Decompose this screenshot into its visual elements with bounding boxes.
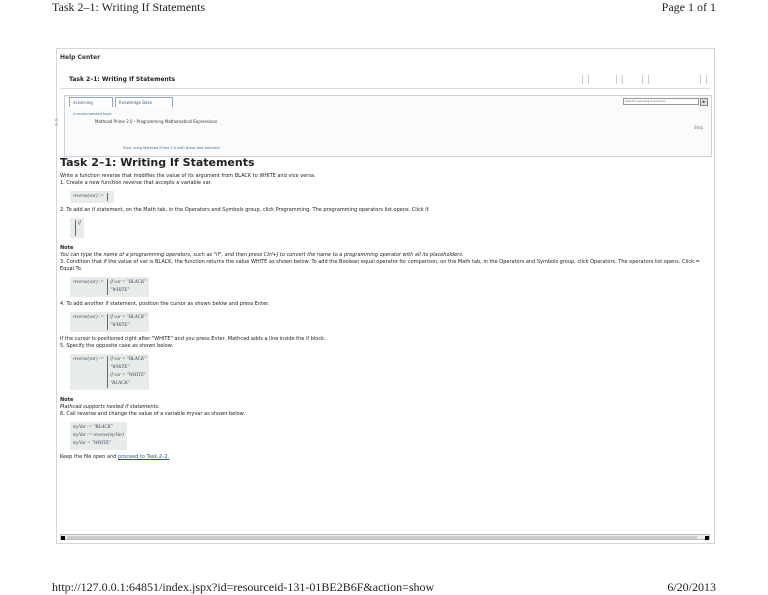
code-line: reverse(var) := bbox=[73, 194, 104, 199]
code-line: reverse(var) := bbox=[73, 315, 104, 320]
toolbar-button[interactable] bbox=[582, 75, 589, 84]
code-line: myVar := "BLACK" bbox=[73, 425, 114, 430]
code-block-2: if bbox=[70, 218, 84, 238]
toolbar-button[interactable] bbox=[700, 75, 707, 84]
step-6: 6. Call reverse and change the value of … bbox=[60, 411, 245, 417]
tab-knowledge-base[interactable]: Knowledge Base bbox=[115, 97, 173, 107]
code-line: myVar := reverse(myVar) bbox=[73, 433, 124, 438]
page-title: Task 2–1: Writing If Statements bbox=[60, 156, 255, 169]
note-heading: Note bbox=[60, 245, 74, 251]
code-line: if var = "BLACK" bbox=[110, 357, 147, 362]
search-input[interactable]: Search Learning Connector bbox=[623, 98, 699, 105]
tab-elearning[interactable]: eLearning bbox=[69, 97, 113, 107]
code-branch: if var = "BLACK" "WHITE" bbox=[107, 279, 146, 295]
side-arrow-icon[interactable]: ⇅ ⇅ bbox=[54, 118, 59, 126]
code-branch: if var = "BLACK" "WHITE" if var = "WHITE" "… bbox=[107, 356, 146, 388]
print-page-number: Page 1 of 1 bbox=[661, 0, 716, 14]
closing-text-prefix: Keep the file open and bbox=[60, 454, 119, 460]
code-line: "WHITE" bbox=[110, 288, 130, 293]
placeholder-icon bbox=[107, 193, 111, 201]
intro-text: Write a function reverse that modifies t… bbox=[60, 173, 316, 179]
step-5: 5. Specify the opposite case as shown be… bbox=[60, 343, 173, 349]
print-footer-date: 6/20/2013 bbox=[667, 580, 716, 594]
task-header-title: Task 2–1: Writing If Statements bbox=[69, 76, 176, 83]
code-block-6: myVar := "BLACK" myVar := reverse(myVar) m… bbox=[70, 422, 127, 450]
scroll-left-icon[interactable] bbox=[61, 536, 65, 540]
note-body: You can type the name of a programming o… bbox=[60, 252, 464, 258]
code-line: myVar = "WHITE" bbox=[73, 441, 112, 446]
code-block-4: reverse(var) := if var = "BLACK" "WHITE" bbox=[70, 312, 150, 332]
note-body: Mathcad supports nested if statements. bbox=[60, 404, 160, 410]
placeholder-icon bbox=[75, 228, 79, 236]
search-go-icon[interactable]: ▸ bbox=[700, 98, 708, 106]
code-line: if bbox=[75, 220, 81, 228]
note-heading: Note bbox=[60, 397, 74, 403]
recommended-topic-label: A recommended topic bbox=[73, 112, 112, 116]
code-line: "WHITE" bbox=[110, 365, 130, 370]
step-4: 4. To add another if statement, position… bbox=[60, 301, 270, 307]
code-line: reverse(var) := bbox=[73, 357, 104, 362]
stop-link[interactable]: Stop bbox=[694, 125, 703, 130]
scrollbar-thumb[interactable] bbox=[67, 536, 697, 539]
toolbar-button[interactable] bbox=[616, 75, 623, 84]
print-header-title: Task 2–1: Writing If Statements bbox=[52, 0, 206, 14]
print-footer-url: http://127.0.0.1:64851/index.jspx?id=res… bbox=[52, 580, 435, 594]
toolbar-button[interactable] bbox=[642, 75, 649, 84]
code-block-3: reverse(var) := if var = "BLACK" "WHITE" bbox=[70, 277, 150, 297]
code-line: "BLACK" bbox=[110, 381, 130, 386]
proceed-link[interactable]: proceed to Task 2–2. bbox=[118, 454, 169, 460]
code-line: reverse(var) := bbox=[73, 280, 104, 285]
closing-text: Keep the file open and proceed to Task 2… bbox=[60, 454, 710, 461]
recommended-topic-link[interactable]: Mathcad Prime 2.0 - Programming Mathemat… bbox=[95, 119, 217, 124]
code-block-1: reverse(var) := bbox=[70, 191, 115, 203]
code-line: "WHITE" bbox=[110, 323, 130, 328]
scroll-right-icon[interactable] bbox=[705, 536, 709, 540]
code-line: if var = "BLACK" bbox=[110, 280, 147, 285]
code-line: if var = "WHITE" bbox=[110, 373, 147, 378]
learning-connector-panel: eLearning Knowledge Base A recommended t… bbox=[54, 95, 712, 157]
code-branch: if var = "BLACK" "WHITE" bbox=[107, 314, 146, 330]
code-block-5: reverse(var) := if var = "BLACK" "WHITE" i… bbox=[70, 354, 150, 390]
step-4-followup: If the cursor is positioned right after … bbox=[60, 336, 326, 342]
code-line: if var = "BLACK" bbox=[110, 315, 147, 320]
task-header-bar: Task 2–1: Writing If Statements bbox=[60, 70, 710, 89]
step-1: 1. Create a new function reverse that ac… bbox=[60, 180, 212, 186]
help-center-title: Help Center bbox=[60, 54, 101, 61]
step-2: 2. To add an if statement, on the Math t… bbox=[60, 207, 430, 213]
start-tutorials-link[interactable]: Start using Mathcad Prime 2.0 with these… bbox=[123, 146, 220, 150]
task-content: Task 2–1: Writing If Statements Write a … bbox=[60, 157, 710, 461]
horizontal-scrollbar[interactable] bbox=[60, 534, 710, 540]
step-3: 3. Condition that if the value of var is… bbox=[60, 259, 700, 272]
